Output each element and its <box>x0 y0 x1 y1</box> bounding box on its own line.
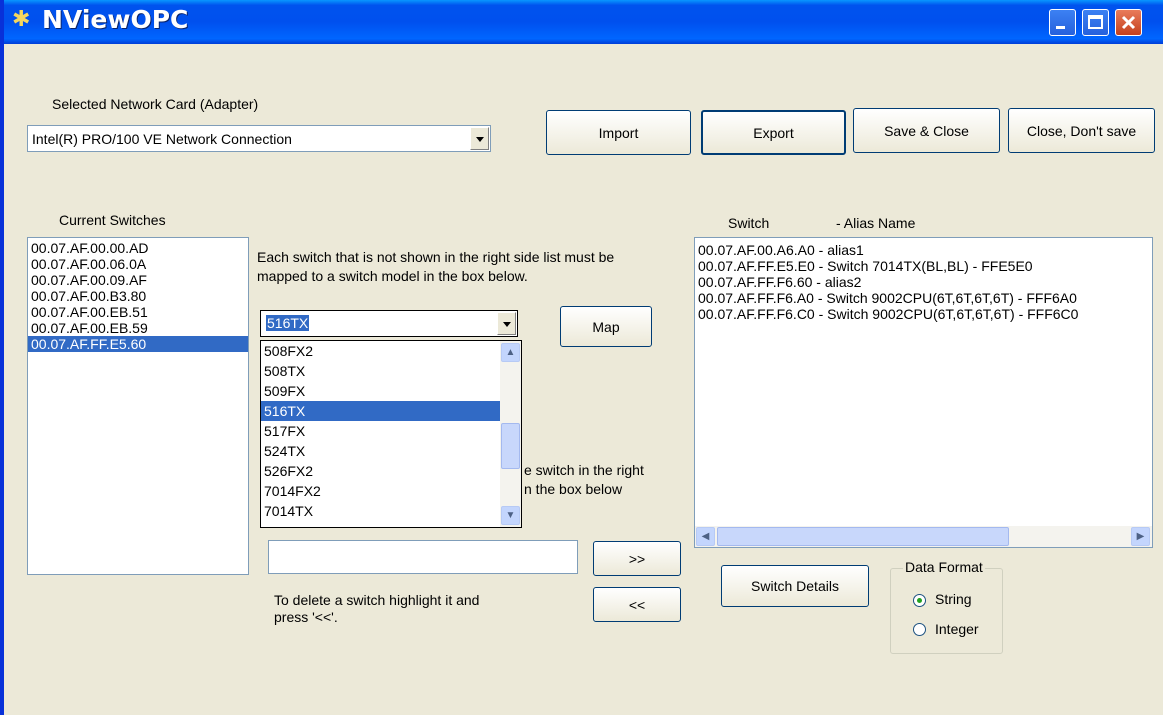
app-icon: ✱ <box>12 7 31 32</box>
adapter-label: Selected Network Card (Adapter) <box>52 96 259 112</box>
import-button[interactable]: Import <box>546 110 691 155</box>
dropdown-option[interactable]: 7014FX2 <box>261 481 500 501</box>
list-item[interactable]: 00.07.AF.00.EB.59 <box>28 320 248 336</box>
dropdown-option[interactable]: 517FX <box>261 421 500 441</box>
scroll-thumb[interactable] <box>501 423 520 469</box>
dropdown-scrollbar[interactable]: ▲ ▼ <box>500 341 521 527</box>
switch-column-header: Switch <box>728 215 770 231</box>
switch-details-button[interactable]: Switch Details <box>721 565 869 607</box>
integer-radio[interactable] <box>913 623 926 636</box>
scroll-right-icon[interactable]: ▶ <box>1131 527 1150 546</box>
remove-alias-button[interactable]: << <box>593 587 681 622</box>
dropdown-option[interactable]: 526FX2 <box>261 461 500 481</box>
scroll-down-icon[interactable]: ▼ <box>501 506 520 525</box>
window-title: NViewOPC <box>42 5 189 34</box>
close-button[interactable] <box>1115 9 1142 36</box>
add-alias-button[interactable]: >> <box>593 541 681 576</box>
switch-list-hscrollbar[interactable]: ◀ ▶ <box>695 526 1152 547</box>
list-item[interactable]: 00.07.AF.00.00.AD <box>28 240 248 256</box>
list-item[interactable]: 00.07.AF.FF.E5.60 <box>28 336 248 352</box>
switch-alias-list[interactable]: 00.07.AF.00.A6.A0 - alias1 00.07.AF.FF.E5… <box>694 237 1153 548</box>
switch-alias-row[interactable]: 00.07.AF.FF.F6.A0 - Switch 9002CPU(6T,6T… <box>695 290 1152 306</box>
current-switches-label: Current Switches <box>59 212 166 228</box>
dropdown-option[interactable]: 508TX <box>261 361 500 381</box>
map-button[interactable]: Map <box>560 306 652 347</box>
mapping-instruction: Each switch that is not shown in the rig… <box>257 249 615 284</box>
switch-alias-row[interactable]: 00.07.AF.00.A6.A0 - alias1 <box>695 242 1152 258</box>
scroll-up-icon[interactable]: ▲ <box>501 343 520 362</box>
data-format-legend: Data Format <box>903 559 985 575</box>
dropdown-option[interactable]: 509FX <box>261 381 500 401</box>
chevron-down-icon[interactable] <box>470 127 489 150</box>
maximize-button[interactable] <box>1082 9 1109 36</box>
dropdown-option[interactable]: 524TX <box>261 441 500 461</box>
close-dont-save-button[interactable]: Close, Don't save <box>1008 108 1155 153</box>
alias-instruction-fragment-2: n the box below <box>524 481 623 497</box>
switch-alias-row[interactable]: 00.07.AF.FF.E5.E0 - Switch 7014TX(BL,BL)… <box>695 258 1152 274</box>
list-item[interactable]: 00.07.AF.00.B3.80 <box>28 288 248 304</box>
delete-hint: To delete a switch highlight it and pres… <box>274 592 480 625</box>
switch-alias-row[interactable]: 00.07.AF.FF.F6.60 - alias2 <box>695 274 1152 290</box>
switch-alias-row[interactable]: 00.07.AF.FF.F6.C0 - Switch 9002CPU(6T,6T… <box>695 306 1152 322</box>
alias-column-header: - Alias Name <box>836 215 916 231</box>
save-close-button[interactable]: Save & Close <box>853 108 1000 153</box>
string-radio-label: String <box>935 591 972 607</box>
switch-model-select[interactable]: 516TX <box>260 310 518 337</box>
list-item[interactable]: 00.07.AF.00.EB.51 <box>28 304 248 320</box>
main-window: ✱ NViewOPC Selected Network Card (Adapte… <box>0 0 1163 715</box>
scroll-left-icon[interactable]: ◀ <box>696 527 715 546</box>
list-item[interactable]: 00.07.AF.00.09.AF <box>28 272 248 288</box>
minimize-button[interactable] <box>1049 9 1076 36</box>
list-item[interactable]: 00.07.AF.00.06.0A <box>28 256 248 272</box>
switch-model-dropdown[interactable]: 508FX2 508TX 509FX 516TX 517FX 524TX 526FX2 701… <box>260 340 522 528</box>
switch-model-value: 516TX <box>266 315 310 331</box>
current-switches-list[interactable]: 00.07.AF.00.00.AD 00.07.AF.00.06.0A 00.07.… <box>27 237 249 575</box>
close-icon <box>1121 15 1136 30</box>
alias-instruction-fragment-1: e switch in the right <box>524 462 644 478</box>
integer-radio-label: Integer <box>935 621 979 637</box>
adapter-select[interactable]: Intel(R) PRO/100 VE Network Connection <box>27 125 491 152</box>
string-radio[interactable] <box>913 594 926 607</box>
chevron-down-icon[interactable] <box>497 312 516 335</box>
dropdown-option[interactable]: 516TX <box>261 401 500 421</box>
data-format-group: Data Format String Integer <box>890 559 1003 654</box>
hscroll-thumb[interactable] <box>717 527 1009 546</box>
adapter-value: Intel(R) PRO/100 VE Network Connection <box>32 131 292 147</box>
title-bar[interactable]: ✱ NViewOPC <box>4 0 1163 44</box>
export-button[interactable]: Export <box>701 110 846 155</box>
alias-input[interactable] <box>268 540 578 574</box>
dropdown-option[interactable]: 7014TX <box>261 501 500 521</box>
minimize-icon <box>1056 26 1065 29</box>
dropdown-option[interactable]: 508FX2 <box>261 341 500 361</box>
maximize-icon <box>1088 15 1103 29</box>
